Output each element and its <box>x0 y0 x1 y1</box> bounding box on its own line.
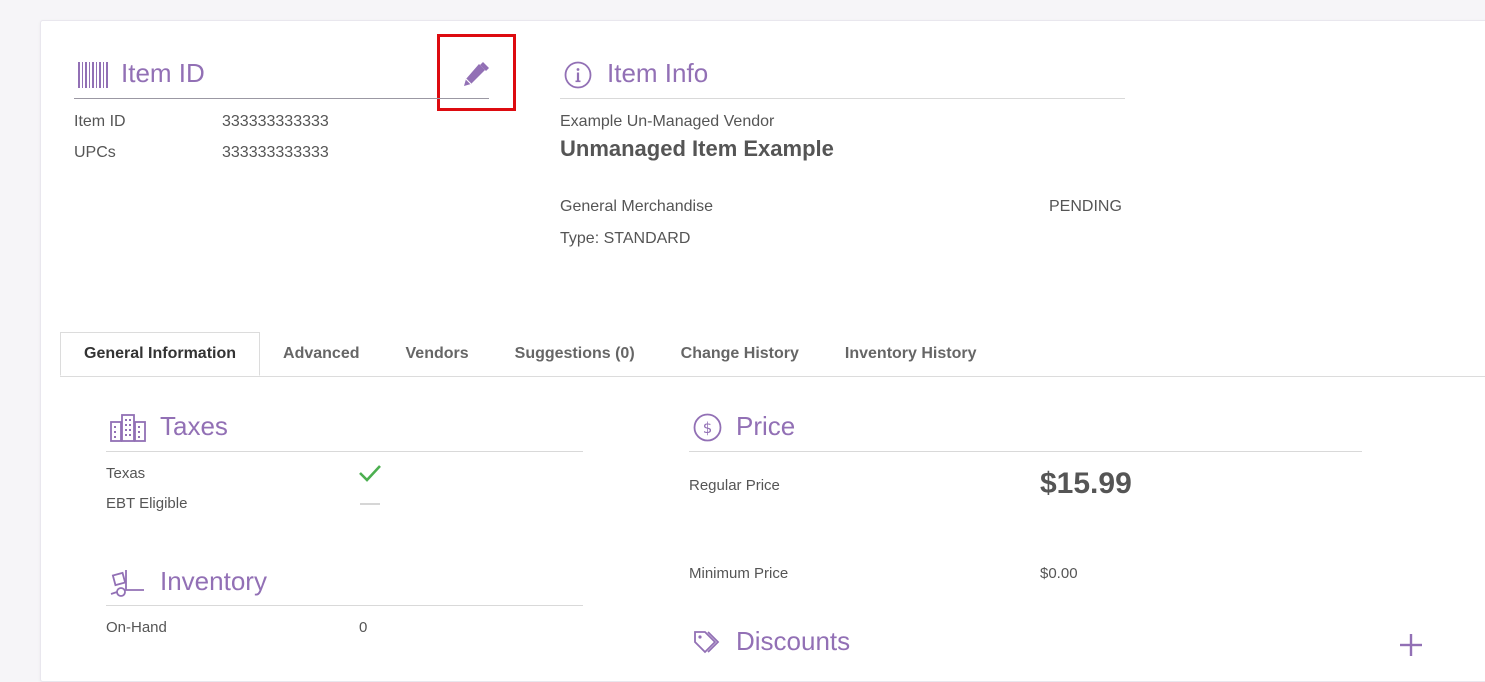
tab-advanced[interactable]: Advanced <box>260 332 382 376</box>
minimum-price-label: Minimum Price <box>689 565 789 582</box>
minimum-price-value: $0.00 <box>1040 565 1078 582</box>
upcs-value: 333333333333 <box>222 144 329 161</box>
inventory-title: Inventory <box>160 566 267 596</box>
item-id-title: Item ID <box>121 58 205 88</box>
item-info-title: Item Info <box>607 58 709 88</box>
taxes-divider <box>106 451 583 452</box>
discounts-title: Discounts <box>736 626 851 656</box>
tab-suggestions[interactable]: Suggestions (0) <box>492 332 658 376</box>
regular-price-label: Regular Price <box>689 477 780 494</box>
item-type: Type: STANDARD <box>560 230 691 247</box>
status-badge: PENDING <box>1049 198 1122 215</box>
item-id-value: 333333333333 <box>222 113 329 130</box>
inventory-divider <box>106 605 583 606</box>
price-divider <box>689 451 1362 452</box>
tab-inventory-history[interactable]: Inventory History <box>822 332 1000 376</box>
tab-vendors[interactable]: Vendors <box>383 332 492 376</box>
price-title: Price <box>736 411 796 441</box>
item-name: Unmanaged Item Example <box>560 136 834 161</box>
hand-truck-icon <box>110 568 146 598</box>
upcs-label: UPCs <box>74 144 116 161</box>
taxes-title: Taxes <box>160 411 228 441</box>
barcode-icon <box>78 62 108 88</box>
check-icon <box>358 464 382 482</box>
tab-change-history[interactable]: Change History <box>658 332 822 376</box>
tax-ebt-label: EBT Eligible <box>106 495 188 512</box>
tax-texas-label: Texas <box>106 465 146 482</box>
vendor-name: Example Un-Managed Vendor <box>560 113 775 130</box>
item-category: General Merchandise <box>560 198 713 215</box>
info-circle-icon <box>564 61 592 89</box>
on-hand-value: 0 <box>359 619 368 636</box>
tab-bar-divider <box>60 376 1485 377</box>
dollar-circle-icon: $ <box>693 413 722 442</box>
dash-icon <box>360 503 380 505</box>
plus-icon[interactable] <box>1399 633 1423 657</box>
tags-icon <box>693 630 723 656</box>
svg-text:$: $ <box>703 419 713 437</box>
buildings-icon <box>110 414 146 442</box>
regular-price-value: $15.99 <box>1040 467 1132 500</box>
tab-bar: General Information Advanced Vendors Sug… <box>60 332 1000 376</box>
item-id-label: Item ID <box>74 113 126 130</box>
item-id-divider <box>74 98 489 99</box>
tab-general-information[interactable]: General Information <box>60 332 261 376</box>
item-info-divider <box>560 98 1125 99</box>
highlight-box <box>437 34 516 111</box>
on-hand-label: On-Hand <box>106 619 167 636</box>
